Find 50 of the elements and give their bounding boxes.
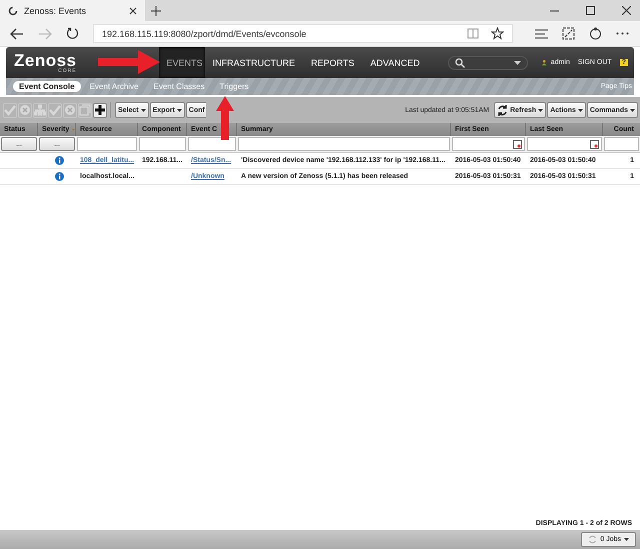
caret-icon [538,108,544,112]
refresh-icon [497,104,508,116]
nav-tab[interactable]: REPORTS [303,47,362,78]
filter-field[interactable] [77,137,137,151]
info-icon [54,172,64,181]
calendar-icon[interactable] [590,140,599,148]
filter-field[interactable] [604,137,639,151]
more-icon[interactable] [616,32,629,35]
share-icon[interactable] [589,27,602,40]
forward-icon [38,28,52,40]
caret-icon [578,108,583,112]
plus-button[interactable] [93,102,107,118]
spinner-icon [588,535,598,544]
filter-field[interactable] [188,137,236,151]
caret-icon [176,108,182,112]
nav-tab[interactable]: EVENTS [158,47,205,78]
calendar-icon[interactable] [513,140,522,148]
nav-tab[interactable]: ADVANCED [362,47,428,78]
new-tab-icon[interactable] [151,6,161,16]
search-field[interactable] [448,56,528,70]
refresh-icon[interactable] [66,27,79,40]
date-filter-field[interactable] [527,137,602,151]
info-icon [54,156,64,165]
tab-title: Zenoss: Events [24,6,86,16]
caret-icon [140,108,146,112]
caret-icon [630,108,635,112]
caret-icon [514,60,522,64]
arrow-drawing [216,96,234,140]
reading-view-icon[interactable] [467,28,479,39]
back-icon[interactable] [10,28,24,40]
browser-tab[interactable]: Zenoss: Events [0,0,145,21]
maximize-icon[interactable] [586,6,595,15]
filter-field[interactable] [238,137,450,151]
star-icon[interactable] [491,27,504,40]
date-filter-field[interactable] [452,137,525,151]
tab-loading-icon [8,6,18,16]
filter-field[interactable] [139,137,186,151]
nav-tab[interactable]: INFRASTRUCTURE [204,47,304,78]
subnav-tab[interactable]: Event Console [13,81,81,92]
user-icon [542,58,547,67]
hub-icon[interactable] [535,28,548,38]
caret-icon [624,538,629,541]
arrow-drawing [98,50,160,74]
note-icon[interactable] [562,27,575,40]
logo: Zenoss [14,52,77,68]
close-icon[interactable] [129,6,137,14]
search-icon [454,58,465,68]
sort-icon [72,128,75,132]
close-icon[interactable] [622,6,631,15]
address-bar[interactable]: 192.168.115.119:8080/zport/dmd/Events/evconsole [93,24,513,43]
